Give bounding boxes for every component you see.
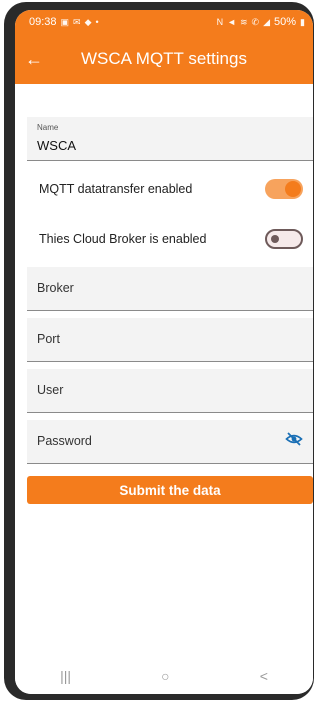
email-icon: ✉ — [73, 16, 81, 27]
submit-button[interactable]: Submit the data — [27, 476, 313, 504]
password-placeholder: Password — [37, 434, 92, 448]
gallery-icon: ▣ — [60, 16, 70, 27]
arrow-back-icon[interactable]: ← — [15, 49, 61, 70]
battery-level: 50% — [274, 16, 297, 28]
mute-icon: ◄ — [227, 17, 236, 27]
broker-field[interactable]: Broker — [27, 267, 313, 311]
toggle-knob — [271, 235, 279, 243]
name-value[interactable]: WSCA — [37, 138, 76, 153]
name-field[interactable]: Name WSCA — [27, 117, 313, 161]
broker-placeholder: Broker — [37, 281, 74, 295]
mqtt-transfer-label: MQTT datatransfer enabled — [39, 182, 193, 196]
wifi-icon: ≋ — [240, 16, 248, 27]
cloud-broker-row: Thies Cloud Broker is enabled — [27, 219, 313, 259]
page-title: WSCA MQTT settings — [81, 49, 247, 68]
back-nav-icon[interactable]: < — [260, 668, 268, 684]
system-nav-bar: ||| ○ < — [15, 658, 313, 694]
toggle-knob — [285, 181, 301, 197]
mqtt-transfer-row: MQTT datatransfer enabled — [27, 169, 313, 209]
app-bar: ← WSCA MQTT settings — [15, 34, 313, 84]
port-placeholder: Port — [37, 332, 60, 346]
status-bar: 09:38 ▣ ✉ ◆ • N ◄ ≋ ✆ ◢ 50% ▮ — [15, 10, 313, 34]
app-icon: ◆ — [84, 16, 92, 27]
cloud-broker-toggle[interactable] — [265, 229, 303, 249]
call-icon: ✆ — [251, 16, 260, 27]
password-field[interactable]: Password — [27, 420, 313, 464]
app-screen: 09:38 ▣ ✉ ◆ • N ◄ ≋ ✆ ◢ 50% ▮ ← WSCA MQT… — [15, 10, 313, 694]
dot-icon: • — [95, 17, 99, 27]
port-field[interactable]: Port — [27, 318, 313, 362]
battery-icon: ▮ — [300, 16, 305, 27]
user-placeholder: User — [37, 383, 64, 397]
nfc-icon: N — [216, 17, 224, 27]
cloud-broker-label: Thies Cloud Broker is enabled — [39, 232, 207, 246]
mqtt-transfer-toggle[interactable] — [265, 179, 303, 199]
visibility-off-icon[interactable] — [285, 432, 303, 446]
signal-icon: ◢ — [263, 16, 271, 27]
phone-frame: 09:38 ▣ ✉ ◆ • N ◄ ≋ ✆ ◢ 50% ▮ ← WSCA MQT… — [4, 2, 314, 700]
clock: 09:38 — [29, 16, 57, 28]
recent-apps-icon[interactable]: ||| — [60, 668, 71, 684]
home-icon[interactable]: ○ — [161, 668, 169, 684]
user-field[interactable]: User — [27, 369, 313, 413]
name-label: Name — [37, 123, 59, 132]
